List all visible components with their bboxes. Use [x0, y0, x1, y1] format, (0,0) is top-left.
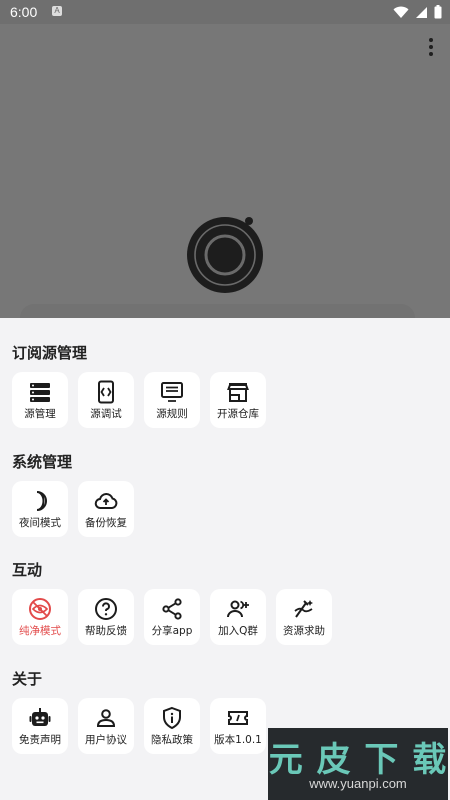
tile-help-feedback[interactable]: 帮助反馈 — [78, 589, 134, 645]
tile-label: 版本1.0.1 — [214, 734, 262, 746]
tile-privacy-policy[interactable]: 隐私政策 — [144, 698, 200, 754]
source-rules-icon — [161, 382, 183, 402]
tile-join-group[interactable]: 加入Q群 — [210, 589, 266, 645]
section-title-about: 关于 — [12, 670, 43, 688]
eye-off-icon — [29, 598, 51, 620]
tile-label: 源调试 — [90, 408, 122, 420]
tile-label: 资源求助 — [283, 625, 325, 637]
source-debug-icon — [98, 380, 114, 404]
tile-backup-restore[interactable]: 备份恢复 — [78, 481, 134, 537]
watermark: 元 皮 下 载 www.yuanpi.com — [268, 728, 448, 800]
tile-source-rules[interactable]: 源规则 — [144, 372, 200, 428]
tile-label: 分享app — [151, 625, 193, 637]
section-title-interaction: 互动 — [12, 561, 43, 579]
shield-info-icon — [163, 706, 181, 730]
tile-label: 夜间模式 — [19, 517, 61, 529]
tile-label: 加入Q群 — [218, 625, 258, 637]
tile-label: 隐私政策 — [151, 734, 193, 746]
watermark-url: www.yuanpi.com — [309, 776, 407, 791]
tile-pure-mode[interactable]: 纯净模式 — [12, 589, 68, 645]
battery-icon — [434, 5, 442, 19]
tile-share-app[interactable]: 分享app — [144, 589, 200, 645]
moon-icon — [36, 491, 47, 511]
notification-icon: A — [52, 6, 62, 16]
signal-icon — [416, 6, 427, 18]
tile-disclaimer[interactable]: 免责声明 — [12, 698, 68, 754]
tile-label: 源管理 — [24, 408, 56, 420]
tile-open-source-repo[interactable]: 开源仓库 — [210, 372, 266, 428]
add-group-icon — [227, 600, 249, 618]
section-title-subscription: 订阅源管理 — [12, 344, 88, 362]
store-icon — [227, 383, 249, 402]
help-icon — [95, 598, 117, 620]
tile-source-manage[interactable]: 源管理 — [12, 372, 68, 428]
tile-label: 用户协议 — [85, 734, 127, 746]
status-bar: 6:00 A — [0, 0, 450, 24]
status-time: 6:00 — [10, 4, 38, 20]
status-icons — [393, 5, 442, 19]
tile-label: 免责声明 — [19, 734, 61, 746]
user-icon — [96, 709, 116, 727]
watermark-title: 元 皮 下 载 — [268, 740, 448, 780]
cloud-upload-icon — [94, 493, 118, 509]
robot-icon — [29, 708, 51, 726]
ticket-icon — [228, 711, 248, 725]
tile-label: 帮助反馈 — [85, 625, 127, 637]
wifi-icon — [393, 6, 409, 18]
tile-resource-request[interactable]: 资源求助 — [276, 589, 332, 645]
disc-icon — [187, 217, 263, 293]
tile-label: 纯净模式 — [19, 625, 61, 637]
tile-label: 开源仓库 — [217, 408, 259, 420]
share-icon — [162, 598, 182, 620]
tile-source-debug[interactable]: 源调试 — [78, 372, 134, 428]
tile-label: 源规则 — [156, 408, 188, 420]
section-title-system: 系统管理 — [12, 453, 73, 471]
tile-user-agreement[interactable]: 用户协议 — [78, 698, 134, 754]
more-options-icon[interactable] — [424, 36, 438, 60]
tile-version[interactable]: 版本1.0.1 — [210, 698, 266, 754]
source-manage-icon — [30, 383, 50, 402]
resource-request-icon — [294, 600, 313, 618]
tile-night-mode[interactable]: 夜间模式 — [12, 481, 68, 537]
tile-label: 备份恢复 — [85, 517, 127, 529]
